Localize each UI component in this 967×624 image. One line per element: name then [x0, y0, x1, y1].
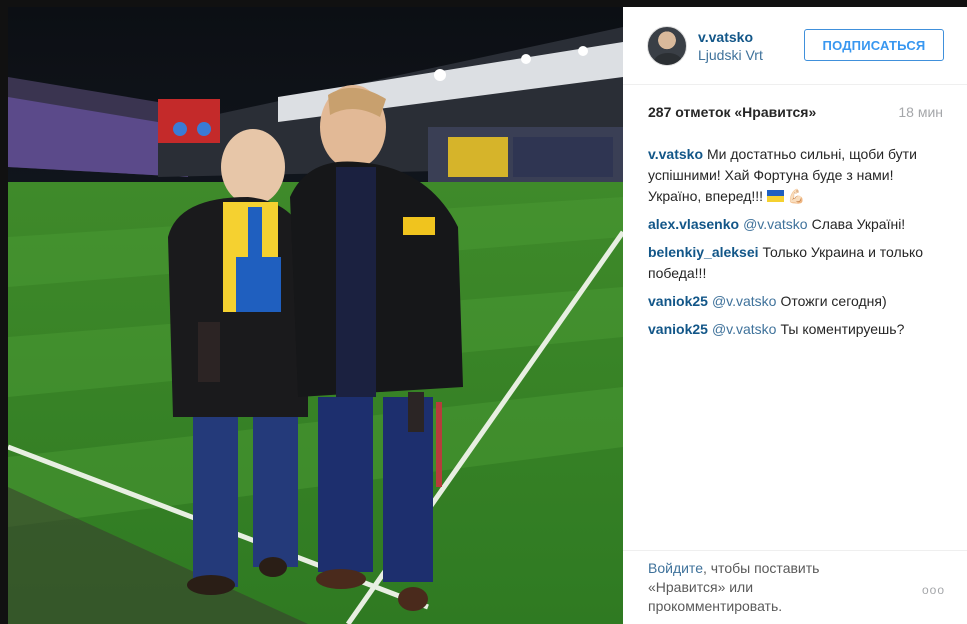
more-options-icon[interactable]: ooo [922, 583, 945, 597]
comment-text: Ты коментируешь? [780, 321, 905, 337]
comment-author[interactable]: alex.vlasenko [648, 216, 739, 232]
comment-mention[interactable]: @v.vatsko [743, 216, 808, 232]
post-time[interactable]: 18 мин [898, 104, 943, 120]
post-footer: Войдите, чтобы поставить «Нравится» или … [623, 550, 967, 614]
stadium-photo-image [8, 7, 623, 624]
post-author-username[interactable]: v.vatsko [698, 29, 753, 45]
follow-button[interactable]: ПОДПИСАТЬСЯ [804, 29, 944, 61]
comment-text: Слава Україні! [811, 216, 906, 232]
comments-list: v.vatsko Ми достатньо сильні, щоби бути у… [648, 144, 947, 347]
post-stats: 287 отметок «Нравится» 18 мин [648, 104, 943, 124]
comment-author[interactable]: vaniok25 [648, 321, 708, 337]
post-photo[interactable] [8, 7, 623, 624]
ukraine-flag-icon [766, 190, 784, 202]
likes-count[interactable]: 287 отметок «Нравится» [648, 104, 816, 120]
comment-mention[interactable]: @v.vatsko [712, 293, 777, 309]
comment-item: alex.vlasenko @v.vatsko Слава Україні! [648, 214, 947, 235]
login-prompt: Войдите, чтобы поставить «Нравится» или … [648, 559, 878, 616]
comment-item: vaniok25 @v.vatsko Отожги сегодня) [648, 291, 947, 312]
post-header: v.vatsko Ljudski Vrt ПОДПИСАТЬСЯ [623, 7, 967, 85]
flexed-biceps-icon: 💪🏻 [787, 188, 806, 204]
login-link[interactable]: Войдите [648, 560, 703, 576]
post-location[interactable]: Ljudski Vrt [698, 47, 763, 63]
post-sidebar: v.vatsko Ljudski Vrt ПОДПИСАТЬСЯ 287 отм… [623, 7, 967, 624]
comment-author[interactable]: v.vatsko [648, 146, 703, 162]
comment-item: vaniok25 @v.vatsko Ты коментируешь? [648, 319, 947, 340]
caption-comment: v.vatsko Ми достатньо сильні, щоби бути у… [648, 144, 947, 207]
comment-author[interactable]: belenkiy_aleksei [648, 244, 759, 260]
avatar[interactable] [647, 26, 687, 66]
post-modal: v.vatsko Ljudski Vrt ПОДПИСАТЬСЯ 287 отм… [0, 0, 967, 624]
comment-mention[interactable]: @v.vatsko [712, 321, 777, 337]
comment-text: Отожги сегодня) [780, 293, 887, 309]
comment-item: belenkiy_aleksei Только Украина и только … [648, 242, 947, 284]
comment-author[interactable]: vaniok25 [648, 293, 708, 309]
